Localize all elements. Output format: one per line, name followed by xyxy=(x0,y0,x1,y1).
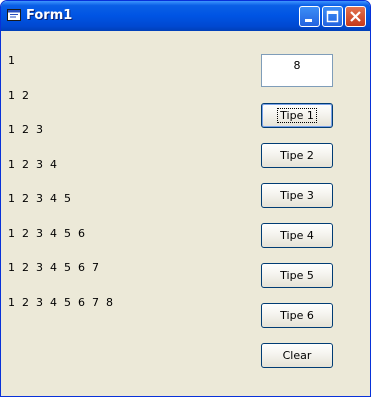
output-line: 1 2 3 4 5 6 7 8 xyxy=(8,295,113,309)
output-line: 1 xyxy=(8,54,15,67)
tipe-5-button[interactable]: Tipe 5 xyxy=(261,263,333,288)
minimize-icon xyxy=(305,19,312,22)
title-bar[interactable]: Form1 xyxy=(1,1,370,31)
minimize-button[interactable] xyxy=(299,6,320,27)
tipe-2-button[interactable]: Tipe 2 xyxy=(261,143,333,168)
app-window: Form1 1 1 2 1 2 3 1 2 3 4 1 2 3 4 5 1 2 … xyxy=(0,0,371,397)
output-area: 1 1 2 1 2 3 1 2 3 4 1 2 3 4 5 1 2 3 4 5 … xyxy=(8,32,113,331)
close-icon xyxy=(350,11,361,22)
maximize-icon xyxy=(326,10,339,23)
clear-button[interactable]: Clear xyxy=(261,343,333,368)
maximize-button[interactable] xyxy=(322,6,343,27)
output-line: 1 2 3 4 5 6 xyxy=(8,226,85,240)
tipe-1-label: Tipe 1 xyxy=(277,107,317,123)
tipe-6-button[interactable]: Tipe 6 xyxy=(261,303,333,328)
form-client-area: 1 1 2 1 2 3 1 2 3 4 1 2 3 4 5 1 2 3 4 5 … xyxy=(5,31,366,392)
window-title: Form1 xyxy=(26,8,73,23)
close-button[interactable] xyxy=(345,6,366,27)
output-line: 1 2 3 4 5 6 7 xyxy=(8,261,99,274)
form-icon xyxy=(7,9,21,21)
output-line: 1 2 xyxy=(8,88,29,102)
tipe-1-button[interactable]: Tipe 1 xyxy=(261,103,333,128)
output-line: 1 2 3 xyxy=(8,123,43,136)
output-line: 1 2 3 4 xyxy=(8,157,57,171)
tipe-3-button[interactable]: Tipe 3 xyxy=(261,183,333,208)
number-input[interactable]: 8 xyxy=(261,54,333,87)
output-line: 1 2 3 4 5 xyxy=(8,192,71,205)
tipe-4-button[interactable]: Tipe 4 xyxy=(261,223,333,248)
